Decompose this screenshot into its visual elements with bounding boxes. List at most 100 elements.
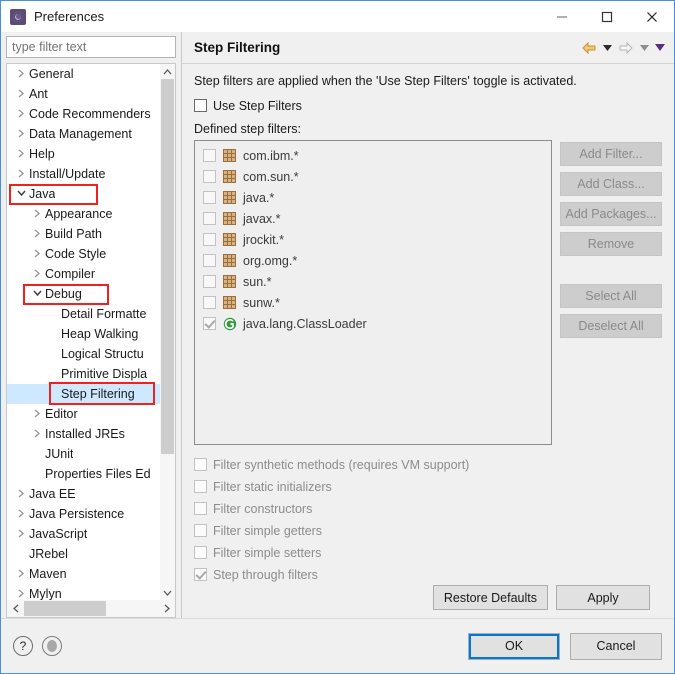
sidebar-item-compiler[interactable]: Compiler [7, 264, 160, 284]
cancel-button[interactable]: Cancel [570, 633, 662, 660]
sidebar-item-jrebel[interactable]: JRebel [7, 544, 160, 564]
close-icon[interactable] [629, 1, 674, 32]
ok-button[interactable]: OK [468, 633, 560, 660]
scroll-right-icon[interactable] [158, 600, 175, 617]
chevron-right-icon[interactable] [13, 509, 29, 519]
filter-item-checkbox[interactable] [203, 170, 216, 183]
h-scroll-track[interactable] [24, 600, 158, 617]
scroll-down-icon[interactable] [160, 585, 175, 600]
sidebar-item-javascript[interactable]: JavaScript [7, 524, 160, 544]
sidebar-item-help[interactable]: Help [7, 144, 160, 164]
filter-item-checkbox[interactable] [203, 317, 216, 330]
chevron-down-icon[interactable] [13, 189, 29, 199]
filter-list-item[interactable]: java.lang.ClassLoader [195, 313, 551, 334]
sidebar-item-label: Editor [45, 407, 78, 421]
chevron-right-icon[interactable] [29, 409, 45, 419]
sidebar-item-junit[interactable]: JUnit [7, 444, 160, 464]
chevron-right-icon[interactable] [13, 89, 29, 99]
sidebar-item-data-management[interactable]: Data Management [7, 124, 160, 144]
sidebar-item-install-update[interactable]: Install/Update [7, 164, 160, 184]
chevron-right-icon[interactable] [13, 69, 29, 79]
help-question-icon[interactable]: ? [13, 636, 33, 656]
sidebar-item-logical-structu[interactable]: Logical Structu [7, 344, 160, 364]
sidebar-item-java[interactable]: Java [7, 184, 160, 204]
sidebar-item-heap-walking[interactable]: Heap Walking [7, 324, 160, 344]
tree-scroll-thumb[interactable] [161, 79, 174, 454]
filter-item-checkbox[interactable] [203, 149, 216, 162]
filter-list-item[interactable]: com.ibm.* [195, 145, 551, 166]
maximize-icon[interactable] [584, 1, 629, 32]
sidebar-item-installed-jres[interactable]: Installed JREs [7, 424, 160, 444]
filter-list-item[interactable]: org.omg.* [195, 250, 551, 271]
sidebar-item-mylyn[interactable]: Mylyn [7, 584, 160, 600]
sidebar-item-label: JRebel [29, 547, 68, 561]
restore-defaults-button[interactable]: Restore Defaults [433, 585, 548, 610]
chevron-right-icon[interactable] [29, 269, 45, 279]
sidebar-item-ant[interactable]: Ant [7, 84, 160, 104]
filter-item-checkbox[interactable] [203, 191, 216, 204]
filter-list-item[interactable]: sunw.* [195, 292, 551, 313]
chevron-right-icon[interactable] [13, 489, 29, 499]
tree-vertical-scrollbar[interactable] [160, 64, 175, 600]
filter-item-checkbox[interactable] [203, 212, 216, 225]
sidebar-item-label: Install/Update [29, 167, 105, 181]
filter-item-checkbox[interactable] [203, 275, 216, 288]
chevron-right-icon[interactable] [29, 429, 45, 439]
sidebar-item-label: Ant [29, 87, 48, 101]
sidebar-item-build-path[interactable]: Build Path [7, 224, 160, 244]
chevron-right-icon[interactable] [13, 529, 29, 539]
apply-button[interactable]: Apply [556, 585, 650, 610]
chevron-right-icon[interactable] [13, 149, 29, 159]
use-step-filters-checkbox[interactable] [194, 99, 207, 112]
use-step-filters-row[interactable]: Use Step Filters [194, 96, 662, 115]
chevron-down-icon[interactable] [29, 289, 45, 299]
sidebar-item-label: Code Recommenders [29, 107, 151, 121]
filter-list-item[interactable]: javax.* [195, 208, 551, 229]
filter-list-item[interactable]: com.sun.* [195, 166, 551, 187]
filter-list-item[interactable]: sun.* [195, 271, 551, 292]
sidebar-item-detail-formatte[interactable]: Detail Formatte [7, 304, 160, 324]
filter-item-checkbox[interactable] [203, 296, 216, 309]
preferences-dialog: Preferences GeneralAntCode RecommendersD… [0, 0, 675, 674]
package-icon [223, 170, 238, 183]
sidebar-item-code-style[interactable]: Code Style [7, 244, 160, 264]
sidebar-item-appearance[interactable]: Appearance [7, 204, 160, 224]
sidebar-item-properties-files-ed[interactable]: Properties Files Ed [7, 464, 160, 484]
sidebar-item-code-recommenders[interactable]: Code Recommenders [7, 104, 160, 124]
filter-item-checkbox[interactable] [203, 233, 216, 246]
chevron-right-icon[interactable] [13, 589, 29, 599]
status-circle-icon[interactable] [42, 636, 62, 656]
scroll-left-icon[interactable] [7, 600, 24, 617]
option-row: Filter simple getters [194, 521, 662, 540]
scroll-up-icon[interactable] [160, 64, 175, 79]
sidebar-item-step-filtering[interactable]: Step Filtering [7, 384, 160, 404]
tree-horizontal-scrollbar[interactable] [7, 600, 175, 617]
sidebar-item-primitive-displa[interactable]: Primitive Displa [7, 364, 160, 384]
back-dropdown-caret-icon[interactable] [601, 38, 614, 58]
filter-item-checkbox[interactable] [203, 254, 216, 267]
chevron-right-icon[interactable] [29, 229, 45, 239]
h-scroll-thumb[interactable] [24, 601, 106, 616]
chevron-right-icon[interactable] [13, 169, 29, 179]
back-arrow-icon[interactable] [579, 38, 599, 58]
sidebar-item-label: Build Path [45, 227, 102, 241]
step-filter-list[interactable]: com.ibm.*com.sun.*java.*javax.*jrockit.*… [194, 140, 552, 445]
chevron-right-icon[interactable] [13, 569, 29, 579]
chevron-right-icon[interactable] [13, 109, 29, 119]
sidebar-item-java-persistence[interactable]: Java Persistence [7, 504, 160, 524]
forward-dropdown-caret-icon[interactable] [638, 38, 651, 58]
sidebar-item-general[interactable]: General [7, 64, 160, 84]
filter-text-input[interactable] [6, 36, 176, 58]
package-icon [223, 233, 238, 246]
filter-list-item[interactable]: java.* [195, 187, 551, 208]
sidebar-item-java-ee[interactable]: Java EE [7, 484, 160, 504]
sidebar-item-debug[interactable]: Debug [7, 284, 160, 304]
sidebar-item-editor[interactable]: Editor [7, 404, 160, 424]
minimize-icon[interactable] [539, 1, 584, 32]
chevron-right-icon[interactable] [29, 209, 45, 219]
sidebar-item-maven[interactable]: Maven [7, 564, 160, 584]
chevron-right-icon[interactable] [29, 249, 45, 259]
chevron-right-icon[interactable] [13, 129, 29, 139]
filter-list-item[interactable]: jrockit.* [195, 229, 551, 250]
panel-menu-caret-icon[interactable] [653, 38, 666, 58]
